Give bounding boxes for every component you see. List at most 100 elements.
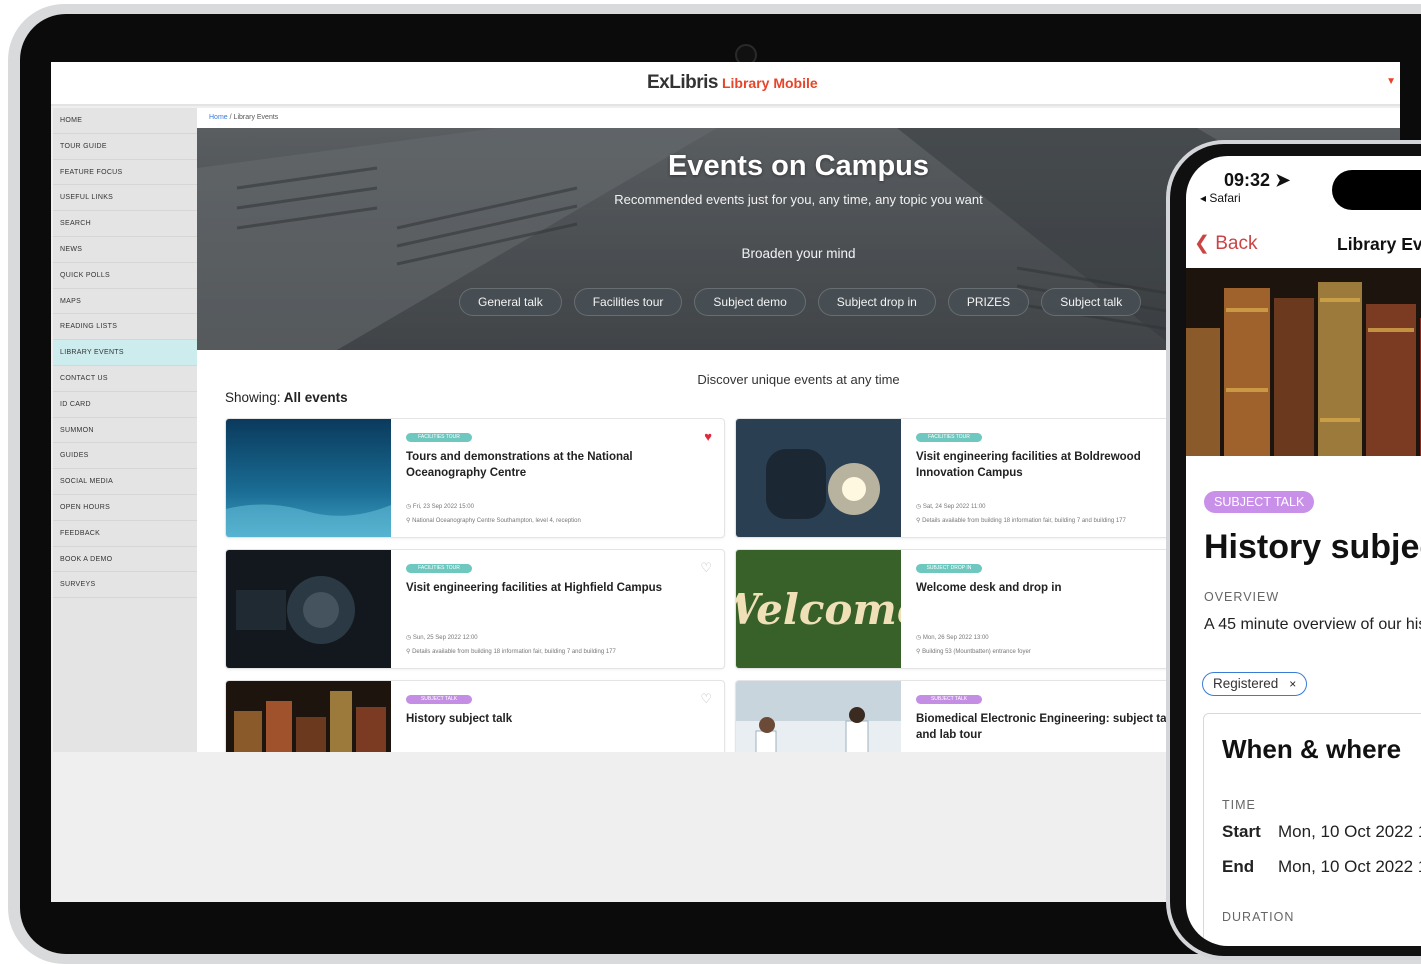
back-button[interactable]: ❮ Back xyxy=(1194,232,1257,255)
event-date-text: Mon, 26 Sep 2022 13:00 xyxy=(922,635,989,641)
showing-prefix: Showing: xyxy=(225,390,281,405)
filter-facilities-tour[interactable]: Facilities tour xyxy=(573,288,683,316)
sidebar-item-summon[interactable]: SUMMON xyxy=(53,418,197,444)
status-time-text: 09:32 xyxy=(1224,170,1271,190)
event-card[interactable]: SUBJECT TALK Biomedical Electronic Engin… xyxy=(735,680,1235,752)
event-tag: FACILITIES TOUR xyxy=(916,433,982,442)
duration-heading: DURATION xyxy=(1222,910,1295,924)
showing-label: Showing: All events xyxy=(225,390,348,405)
location-arrow-icon: ➤ xyxy=(1275,170,1291,190)
event-date: ◷ Sun, 25 Sep 2022 12:00 xyxy=(406,635,478,641)
event-title: History subject talk xyxy=(1204,528,1421,566)
ocean-thumbnail xyxy=(226,419,391,537)
close-icon[interactable]: × xyxy=(1289,673,1296,695)
start-row: Start Mon, 10 Oct 2022 14:00 xyxy=(1222,822,1421,842)
event-tag: SUBJECT TALK xyxy=(406,695,472,704)
filter-general-talk[interactable]: General talk xyxy=(459,288,562,316)
nav-title: Library Events xyxy=(1337,234,1421,254)
time-heading: TIME xyxy=(1222,798,1256,812)
sidebar-item-library-events[interactable]: LIBRARY EVENTS xyxy=(53,340,197,366)
registered-label: Registered xyxy=(1213,676,1279,691)
sidebar-item-maps[interactable]: MAPS xyxy=(53,289,197,315)
back-to-safari[interactable]: ◂ Safari xyxy=(1200,191,1241,205)
sidebar-nav: HOME TOUR GUIDE FEATURE FOCUS USEFUL LIN… xyxy=(53,108,197,752)
event-location: ⚲ Details available from building 18 inf… xyxy=(916,518,1126,524)
sidebar-item-home[interactable]: HOME xyxy=(53,108,197,134)
overview-heading: OVERVIEW xyxy=(1204,590,1280,604)
event-category-badge: SUBJECT TALK xyxy=(1204,491,1315,513)
sidebar-item-surveys[interactable]: SURVEYS xyxy=(53,572,197,599)
filter-subject-demo[interactable]: Subject demo xyxy=(694,288,806,316)
event-title: Visit engineering facilities at Boldrewo… xyxy=(916,451,1141,479)
phone-screen: 09:32 ➤ ◂ Safari ❮ Back Library Events S… xyxy=(1186,156,1421,946)
filter-subject-drop-in[interactable]: Subject drop in xyxy=(817,288,936,316)
old-books-thumbnail xyxy=(226,681,391,752)
registered-chip[interactable]: Registered × xyxy=(1202,672,1308,696)
logo-main: ExLibris xyxy=(647,72,718,93)
sidebar-item-reading-lists[interactable]: READING LISTS xyxy=(53,314,197,341)
sidebar-item-social-media[interactable]: SOCIAL MEDIA xyxy=(53,469,197,495)
sidebar-item-news[interactable]: NEWS xyxy=(53,237,197,263)
back-label: Back xyxy=(1215,233,1258,254)
svg-text:Welcome: Welcome xyxy=(736,585,901,634)
sidebar-item-quick-polls[interactable]: QUICK POLLS xyxy=(53,263,197,289)
heart-outline-icon[interactable]: ♡ xyxy=(700,560,712,576)
dynamic-island xyxy=(1332,170,1421,210)
machinery-thumbnail xyxy=(226,550,391,668)
app-header: ExLibris Library Mobile ▼ xyxy=(51,62,1400,106)
event-card[interactable]: FACILITIES TOUR Visit engineering facili… xyxy=(225,549,725,669)
event-location: ⚲ Building 53 (Mountbatten) entrance foy… xyxy=(916,649,1031,655)
event-location-text: Details available from building 18 infor… xyxy=(922,518,1126,524)
chevron-left-icon: ❮ xyxy=(1194,233,1210,254)
event-location: ⚲ National Oceanography Centre Southampt… xyxy=(406,518,581,524)
sidebar-item-id-card[interactable]: ID CARD xyxy=(53,392,197,418)
event-location: ⚲ Details available from building 18 inf… xyxy=(406,649,616,655)
breadcrumb-separator: / xyxy=(229,114,232,121)
event-date: ◷ Mon, 26 Sep 2022 13:00 xyxy=(916,635,989,641)
overview-text: A 45 minute overview of our history prog… xyxy=(1204,616,1421,633)
sidebar-item-search[interactable]: SEARCH xyxy=(53,211,197,237)
start-label: Start xyxy=(1222,822,1261,841)
event-card[interactable]: FACILITIES TOUR Visit engineering facili… xyxy=(735,418,1235,538)
end-value: Mon, 10 Oct 2022 14:45 xyxy=(1278,857,1421,876)
filter-prizes[interactable]: PRIZES xyxy=(947,288,1030,316)
event-title: Tours and demonstrations at the National… xyxy=(406,451,633,479)
sidebar-item-contact-us[interactable]: CONTACT US xyxy=(53,366,197,392)
sidebar-item-open-hours[interactable]: OPEN HOURS xyxy=(53,495,197,521)
sidebar-item-tour-guide[interactable]: TOUR GUIDE xyxy=(53,134,197,160)
event-date-text: Sat, 24 Sep 2022 11:00 xyxy=(922,504,986,510)
event-card[interactable]: SUBJECT TALK History subject talk ♡ xyxy=(225,680,725,752)
event-location-text: Building 53 (Mountbatten) entrance foyer xyxy=(922,649,1031,655)
breadcrumb-home-link[interactable]: Home xyxy=(209,114,228,121)
sidebar-item-feature-focus[interactable]: FEATURE FOCUS xyxy=(53,160,197,186)
heart-outline-icon[interactable]: ♡ xyxy=(700,691,712,707)
event-title: Visit engineering facilities at Highfiel… xyxy=(406,582,663,594)
event-tag: SUBJECT DROP IN xyxy=(916,564,982,573)
event-tag: FACILITIES TOUR xyxy=(406,564,472,573)
heart-filled-icon[interactable]: ♥ xyxy=(704,429,712,444)
logo-sub: Library Mobile xyxy=(721,75,818,91)
end-label: End xyxy=(1222,857,1255,876)
sidebar-item-useful-links[interactable]: USEFUL LINKS xyxy=(53,185,197,212)
welcome-sign-thumbnail: Welcome xyxy=(736,550,901,668)
status-time: 09:32 ➤ xyxy=(1224,170,1290,191)
sidebar-item-book-a-demo[interactable]: BOOK A DEMO xyxy=(53,547,197,573)
event-card[interactable]: Welcome SUBJECT DROP IN Welcome desk and… xyxy=(735,549,1235,669)
filter-pills: General talk Facilities tour Subject dem… xyxy=(459,288,1142,316)
filter-subject-talk[interactable]: Subject talk xyxy=(1041,288,1142,316)
start-value: Mon, 10 Oct 2022 14:00 xyxy=(1278,822,1421,841)
event-title: Biomedical Electronic Engineering: subje… xyxy=(916,713,1177,741)
sidebar-item-feedback[interactable]: FEEDBACK xyxy=(53,521,197,547)
app-logo[interactable]: ExLibris Library Mobile xyxy=(647,72,818,94)
breadcrumb-current: Library Events xyxy=(233,114,279,121)
event-tag: SUBJECT TALK xyxy=(916,695,982,704)
old-books-image xyxy=(1186,268,1421,456)
event-date: ◷ Sat, 24 Sep 2022 11:00 xyxy=(916,504,986,510)
event-title: History subject talk xyxy=(406,713,513,725)
sidebar-item-guides[interactable]: GUIDES xyxy=(53,443,197,470)
chevron-down-icon[interactable]: ▼ xyxy=(1386,76,1396,87)
event-card[interactable]: FACILITIES TOUR Tours and demonstrations… xyxy=(225,418,725,538)
event-tag: FACILITIES TOUR xyxy=(406,433,472,442)
end-row: End Mon, 10 Oct 2022 14:45 xyxy=(1222,857,1421,877)
event-date-text: Fri, 23 Sep 2022 15:00 xyxy=(412,504,474,510)
